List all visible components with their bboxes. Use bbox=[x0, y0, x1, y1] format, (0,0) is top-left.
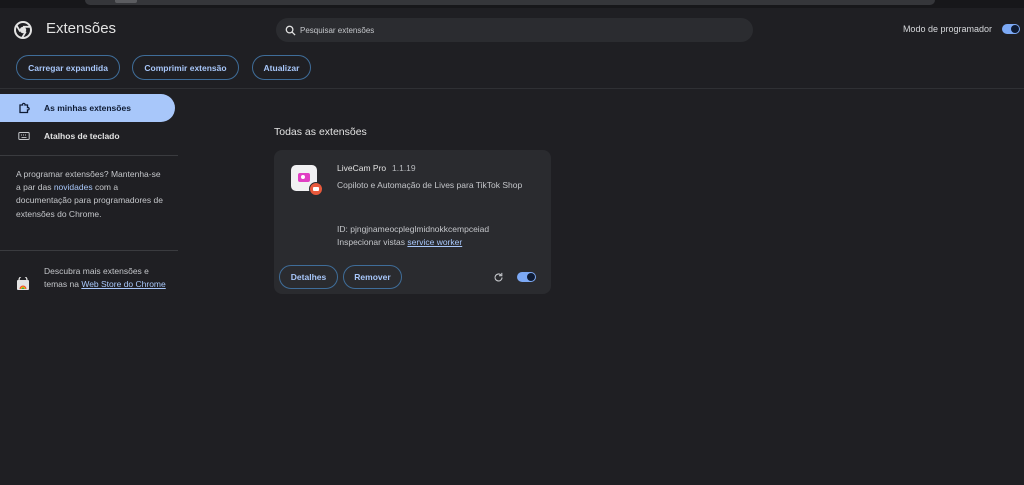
extension-name: LiveCam Pro bbox=[337, 163, 387, 173]
extension-version: 1.1.19 bbox=[392, 163, 416, 173]
sidebar-divider bbox=[0, 250, 178, 251]
puzzle-icon bbox=[19, 102, 30, 114]
page-header: Extensões Modo de programador bbox=[0, 8, 1024, 50]
developer-toolbar: Carregar expandida Comprimir extensão At… bbox=[0, 54, 1024, 82]
load-unpacked-button[interactable]: Carregar expandida bbox=[16, 55, 120, 80]
browser-tab-strip bbox=[85, 0, 935, 5]
toggle-knob bbox=[1011, 25, 1019, 33]
toolbar-divider bbox=[0, 88, 1024, 89]
remove-button[interactable]: Remover bbox=[343, 265, 402, 289]
browser-top-strip bbox=[0, 0, 1024, 8]
sidebar-divider bbox=[0, 155, 178, 156]
details-button[interactable]: Detalhes bbox=[279, 265, 338, 289]
search-box[interactable] bbox=[276, 18, 753, 42]
web-store-link[interactable]: Web Store do Chrome bbox=[81, 279, 165, 289]
dev-mode-toggle[interactable] bbox=[1002, 24, 1020, 34]
dev-mode-label: Modo de programador bbox=[902, 24, 992, 34]
keyboard-icon bbox=[18, 132, 30, 140]
inspect-views: Inspecionar vistas service worker bbox=[337, 237, 462, 247]
record-badge-icon bbox=[309, 182, 323, 196]
section-title: Todas as extensões bbox=[274, 126, 367, 138]
extension-id: ID: pjngjnameocpleglmidnokkcempceiad bbox=[337, 224, 490, 234]
sidebar-item-label: Atalhos de teclado bbox=[44, 131, 120, 141]
developer-info-text: A programar extensões? Mantenha-se a par… bbox=[16, 168, 166, 221]
chrome-logo-icon bbox=[14, 21, 32, 39]
extension-card: LiveCam Pro 1.1.19 Copiloto e Automação … bbox=[274, 150, 551, 294]
browser-tab-indicator bbox=[115, 0, 137, 3]
sidebar-item-label: As minhas extensões bbox=[44, 103, 131, 113]
reload-icon[interactable] bbox=[493, 272, 504, 283]
update-button[interactable]: Atualizar bbox=[252, 55, 311, 80]
search-icon bbox=[285, 25, 296, 36]
extension-enable-toggle[interactable] bbox=[517, 272, 536, 282]
pack-extension-button[interactable]: Comprimir extensão bbox=[132, 55, 239, 80]
inspect-label: Inspecionar vistas bbox=[337, 237, 408, 247]
toggle-knob bbox=[527, 273, 535, 281]
sidebar-item-keyboard-shortcuts[interactable]: Atalhos de teclado bbox=[0, 122, 175, 150]
web-store-text: Descubra mais extensões e temas na Web S… bbox=[44, 265, 169, 291]
extension-description: Copiloto e Automação de Lives para TikTo… bbox=[337, 180, 523, 190]
page-title: Extensões bbox=[46, 20, 117, 37]
sidebar-item-my-extensions[interactable]: As minhas extensões bbox=[0, 94, 175, 122]
camera-icon bbox=[298, 173, 310, 182]
web-store-icon bbox=[17, 277, 29, 290]
search-input[interactable] bbox=[300, 25, 720, 35]
news-link[interactable]: novidades bbox=[54, 182, 93, 192]
service-worker-link[interactable]: service worker bbox=[407, 237, 462, 247]
